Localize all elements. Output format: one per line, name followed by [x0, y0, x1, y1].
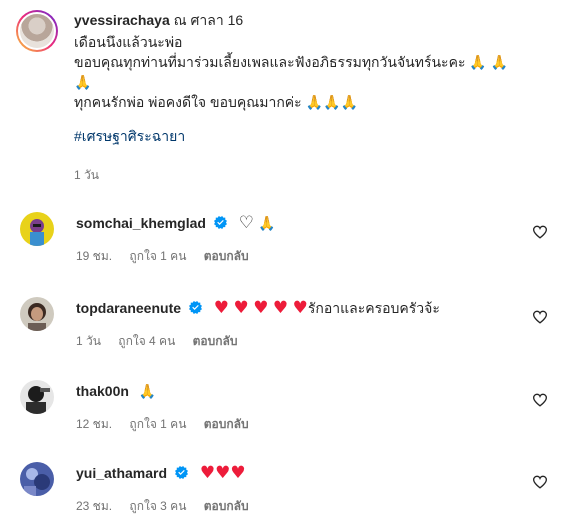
avatar-image [20, 462, 54, 496]
comment-likes[interactable]: ถูกใจ 1 คน [129, 417, 186, 431]
comment-avatar[interactable] [20, 297, 54, 331]
comment-meta: 1 วัน ถูกใจ 4 คน ตอบกลับ [76, 332, 508, 351]
comment-text: ♥♥♥ [199, 463, 246, 483]
comment-time[interactable]: 19 ชม. [76, 249, 112, 263]
comment-username[interactable]: thak00n [76, 383, 129, 399]
comment-item: topdaraneenute ♥ ♥ ♥ ♥ ♥รักอาและครอบครัว… [16, 297, 548, 367]
comment-avatar[interactable] [20, 462, 54, 496]
comment-body: yui_athamard ♥♥♥ 23 ชม. ถูกใจ 3 คน ตอบกล… [76, 462, 508, 516]
caption-line: 🙏 [74, 74, 92, 90]
comment-item: somchai_khemglad ♡ 🙏 19 ชม. ถูกใจ 1 คน ต… [16, 212, 548, 282]
comment-body: thak00n 🙏 12 ชม. ถูกใจ 1 คน ตอบกลับ [76, 380, 508, 434]
caption-body: yvessirachaya ณ ศาลา 16 เดือนนึงแล้วนะพ่… [74, 10, 544, 185]
comment-line: yui_athamard ♥♥♥ [76, 462, 508, 485]
caption-text: เดือนนึงแล้วนะพ่อ ขอบคุณทุกท่านที่มาร่วม… [74, 32, 544, 112]
comment-text: 🙏 [138, 384, 157, 400]
caption-line: ขอบคุณทุกท่านที่มาร่วมเลี้ยงเพลและฟังอภิ… [74, 54, 509, 70]
comment-username[interactable]: yui_athamard [76, 465, 167, 481]
comment-line: thak00n 🙏 [76, 380, 508, 403]
comment-avatar[interactable] [20, 212, 54, 246]
comment-likes[interactable]: ถูกใจ 3 คน [129, 499, 186, 513]
heart-outline-icon[interactable] [532, 309, 548, 325]
caption-header: yvessirachaya ณ ศาลา 16 [74, 10, 544, 30]
comment-line: somchai_khemglad ♡ 🙏 [76, 212, 508, 235]
verified-badge-icon [188, 301, 202, 314]
avatar-image [20, 380, 54, 414]
reply-button[interactable]: ตอบกลับ [204, 249, 249, 263]
comment-meta: 19 ชม. ถูกใจ 1 คน ตอบกลับ [76, 247, 508, 266]
comment-time[interactable]: 23 ชม. [76, 499, 112, 513]
avatar-image [18, 12, 56, 50]
heart-outline-icon[interactable] [532, 392, 548, 408]
comment-meta: 12 ชม. ถูกใจ 1 คน ตอบกลับ [76, 415, 508, 434]
caption-line: เดือนนึงแล้วนะพ่อ [74, 34, 183, 50]
comment-avatar[interactable] [20, 380, 54, 414]
caption-line: ทุกคนรักพ่อ พ่อคงดีใจ ขอบคุณมากค่ะ 🙏🙏🙏 [74, 94, 358, 110]
comment-line: topdaraneenute ♥ ♥ ♥ ♥ ♥รักอาและครอบครัว… [76, 297, 508, 320]
caption-avatar[interactable] [16, 10, 58, 52]
verified-badge-icon [174, 466, 188, 479]
caption-timestamp[interactable]: 1 วัน [74, 166, 544, 185]
comment-item: thak00n 🙏 12 ชม. ถูกใจ 1 คน ตอบกลับ [16, 380, 548, 450]
avatar-image [20, 212, 54, 246]
avatar-image [20, 297, 54, 331]
heart-outline-icon[interactable] [532, 474, 548, 490]
comment-likes[interactable]: ถูกใจ 4 คน [118, 334, 175, 348]
reply-button[interactable]: ตอบกลับ [204, 499, 249, 513]
comment-text: ♥ ♥ ♥ ♥ ♥รักอาและครอบครัวจ้ะ [213, 298, 440, 318]
comment-username[interactable]: somchai_khemglad [76, 215, 206, 231]
caption-username[interactable]: yvessirachaya [74, 12, 170, 28]
comment-username[interactable]: topdaraneenute [76, 300, 181, 316]
comment-body: topdaraneenute ♥ ♥ ♥ ♥ ♥รักอาและครอบครัว… [76, 297, 508, 351]
caption-hashtag[interactable]: #เศรษฐาศิระฉายา [74, 126, 544, 146]
caption-location: ณ ศาลา 16 [173, 12, 244, 28]
reply-button[interactable]: ตอบกลับ [204, 417, 249, 431]
comment-time[interactable]: 1 วัน [76, 334, 101, 348]
reply-button[interactable]: ตอบกลับ [193, 334, 238, 348]
comment-likes[interactable]: ถูกใจ 1 คน [129, 249, 186, 263]
heart-outline-icon[interactable] [532, 224, 548, 240]
verified-badge-icon [213, 216, 227, 229]
comment-item: yui_athamard ♥♥♥ 23 ชม. ถูกใจ 3 คน ตอบกล… [16, 462, 548, 530]
comment-text: ♡ 🙏 [238, 213, 276, 233]
comment-time[interactable]: 12 ชม. [76, 417, 112, 431]
comment-body: somchai_khemglad ♡ 🙏 19 ชม. ถูกใจ 1 คน ต… [76, 212, 508, 266]
comment-meta: 23 ชม. ถูกใจ 3 คน ตอบกลับ [76, 497, 508, 516]
